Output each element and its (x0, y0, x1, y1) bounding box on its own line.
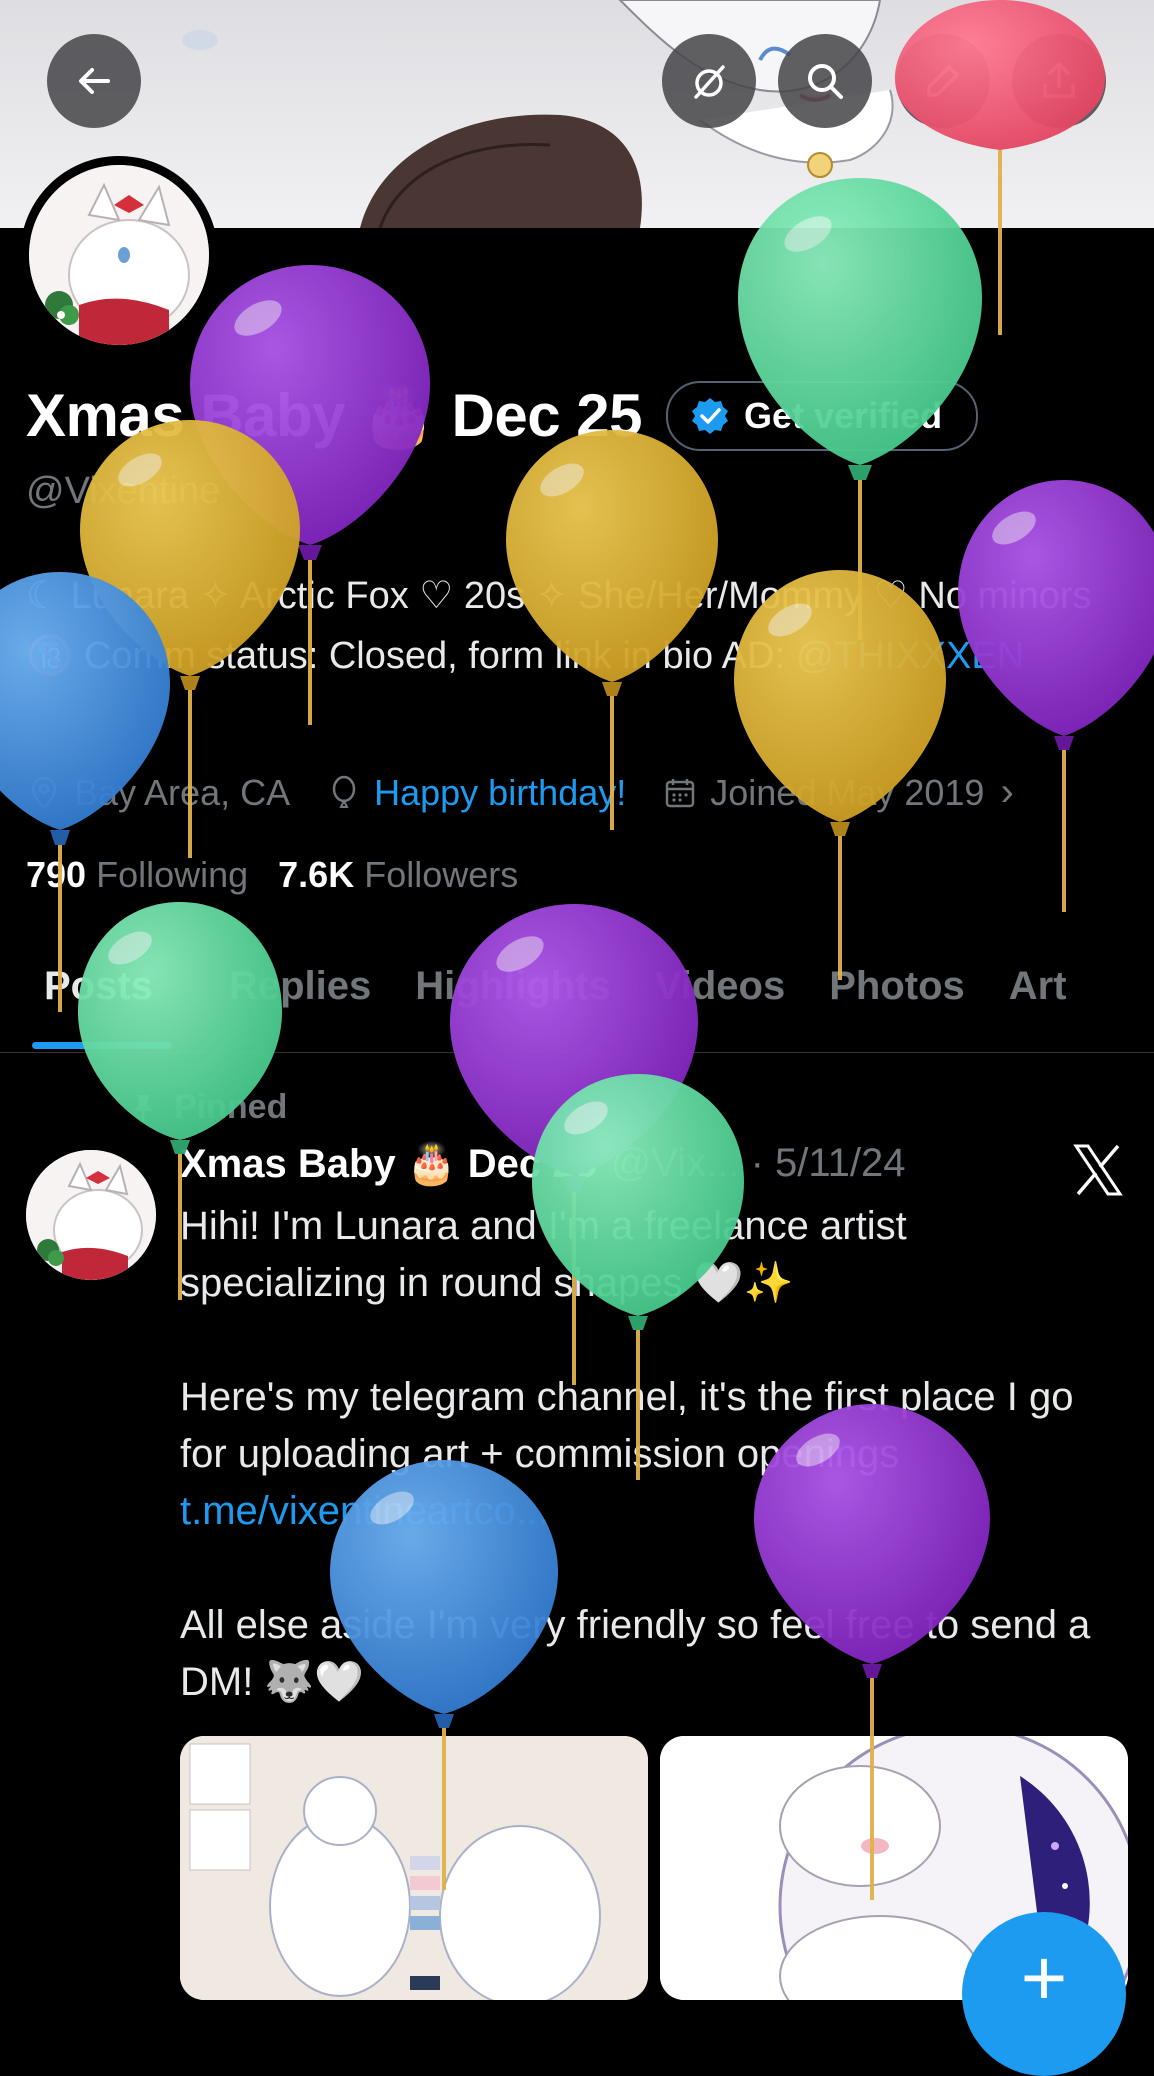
pin-icon (133, 1094, 153, 1122)
edit-icon (927, 65, 959, 97)
tab-videos[interactable]: Videos (633, 956, 807, 1052)
following-count: 790 (26, 854, 87, 895)
share-button[interactable] (1012, 34, 1106, 128)
pinned-label: Pinned (126, 1088, 287, 1127)
post-header: Xmas Baby 🎂 Dec 25 @Vix... · 5/11/24 (180, 1140, 906, 1187)
post-media-1[interactable] (180, 1736, 648, 2000)
compose-fab[interactable]: + (962, 1912, 1126, 2076)
balloon-icon (332, 775, 356, 808)
post-telegram-link[interactable]: t.me/vixentineartco... (180, 1489, 549, 1533)
get-verified-button[interactable]: Get verified (666, 380, 979, 451)
location-pin-icon (31, 776, 57, 810)
no-signal-button[interactable] (662, 34, 756, 128)
balloon-purple-2 (958, 480, 1154, 912)
followers-link[interactable]: 7.6K Followers (278, 854, 518, 896)
arrow-left-icon (79, 68, 110, 94)
joined-item: Joined May 2019 (662, 772, 984, 814)
profile-avatar[interactable] (20, 156, 218, 354)
post-paragraph-3: All else aside I'm very friendly so feel… (180, 1603, 1102, 1704)
avatar-artwork (29, 165, 209, 345)
joined-text: Joined May 2019 (710, 771, 985, 813)
reference-sheet-image (180, 1736, 648, 2000)
verified-badge-icon (692, 397, 729, 434)
profile-bio: ☾ Lunara ✧ Arctic Fox ♡ 20s ✧ She/Her/Mo… (26, 566, 1126, 686)
get-verified-label: Get verified (744, 394, 943, 436)
post-paragraph-1: Hihi! I'm Lunara and I'm a freelance art… (180, 1204, 918, 1305)
location-item: Bay Area, CA (26, 772, 290, 814)
profile-tabs: Posts Replies Highlights Videos Photos A… (0, 956, 1154, 1053)
post-author-avatar[interactable] (26, 1150, 156, 1280)
post-paragraph-2: Here's my telegram channel, it's the fir… (180, 1375, 1085, 1476)
birthday-item[interactable]: Happy birthday! (326, 772, 626, 814)
location-text: Bay Area, CA (74, 771, 291, 813)
share-icon (1043, 62, 1075, 98)
bio-mention-link[interactable]: @THIXXXEN (796, 635, 1025, 677)
following-label: Following (96, 854, 249, 895)
tab-posts[interactable]: Posts (0, 956, 175, 1052)
tab-replies[interactable]: Replies (175, 956, 393, 1052)
plus-icon: + (1020, 1933, 1068, 2022)
tab-highlights[interactable]: Highlights (393, 956, 633, 1052)
followers-count: 7.6K (278, 854, 355, 895)
back-button[interactable] (47, 34, 141, 128)
birthday-text[interactable]: Happy birthday! (374, 772, 626, 814)
post-handle-date[interactable]: @Vix... · 5/11/24 (611, 1141, 906, 1186)
profile-handle: @Vixentine (26, 470, 221, 512)
profile-meta: Bay Area, CA Happy birthday! Joined May … (26, 770, 1014, 815)
display-name: Xmas Baby 🎂 Dec 25 (26, 382, 643, 449)
following-link[interactable]: 790 Following (26, 854, 248, 896)
edit-button[interactable] (896, 34, 990, 128)
followers-label: Followers (364, 854, 519, 895)
pinned-text: Pinned (174, 1088, 288, 1126)
search-button[interactable] (778, 34, 872, 128)
x-logo-icon[interactable] (1070, 1142, 1126, 1198)
post-author-name[interactable]: Xmas Baby 🎂 Dec 25 (180, 1140, 597, 1187)
search-icon (808, 64, 843, 99)
chevron-right-icon[interactable]: › (1000, 770, 1013, 815)
active-tab-indicator (32, 1042, 172, 1049)
tab-art[interactable]: Art (987, 956, 1089, 1052)
calendar-icon (666, 778, 695, 807)
no-signal-icon (694, 65, 725, 99)
post-body: Hihi! I'm Lunara and I'm a freelance art… (180, 1198, 1120, 1711)
post-avatar-artwork (26, 1150, 156, 1280)
tab-photos[interactable]: Photos (807, 956, 987, 1052)
